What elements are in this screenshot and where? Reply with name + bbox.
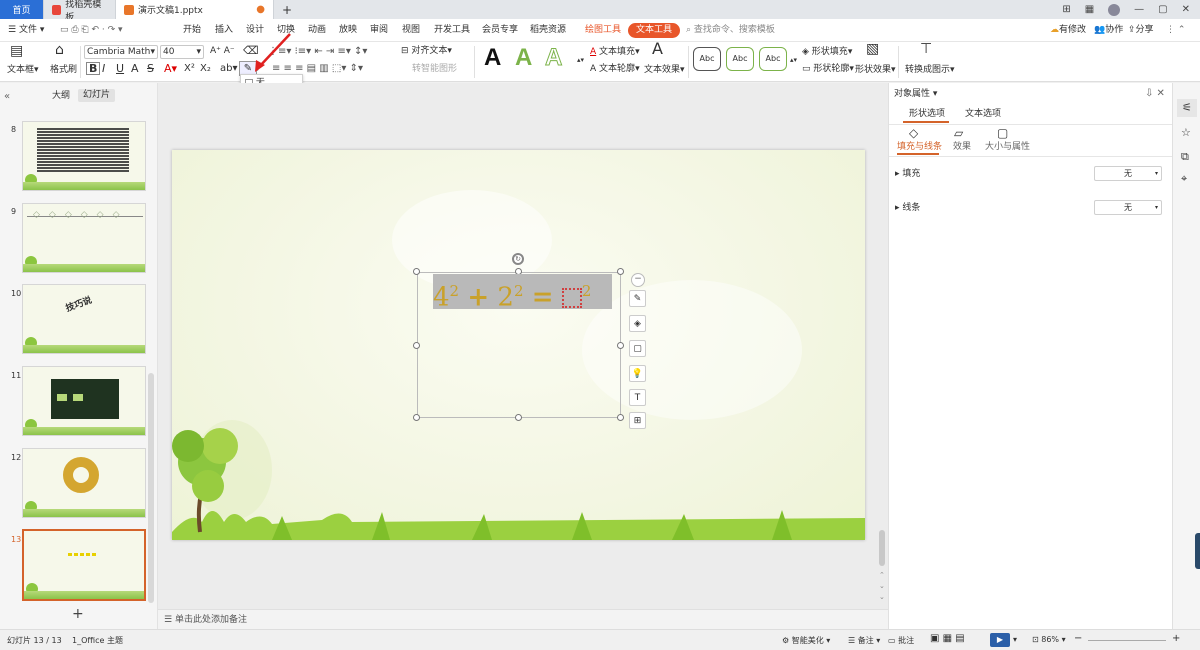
animation-icon[interactable]: ☆ xyxy=(1181,127,1191,138)
slide-number: 13 xyxy=(11,535,22,544)
slide: ↻ 42 + 22 = 2 xyxy=(172,150,865,540)
pen-icon[interactable]: ✎ xyxy=(629,290,646,307)
zoom-control[interactable]: ⊡ 86% ▾ xyxy=(1032,635,1066,644)
location-icon[interactable]: ⌖ xyxy=(1181,173,1187,184)
slide-counter: 幻灯片 13 / 13 xyxy=(7,636,62,645)
canvas-scrollbar[interactable] xyxy=(879,530,885,566)
subtab-effects[interactable]: 效果 xyxy=(953,142,971,153)
notes-bar[interactable]: ☰ 单击此处添加备注 xyxy=(158,609,888,629)
dense-text-block xyxy=(37,128,129,172)
play-dropdown-icon[interactable]: ▾ xyxy=(1013,635,1017,644)
image-text-icon[interactable]: ⊞ xyxy=(629,412,646,429)
ring-shape xyxy=(63,457,99,493)
slide-number: 8 xyxy=(11,125,17,134)
thumbnail-scrollbar[interactable] xyxy=(148,373,154,603)
slide-thumbnail-12[interactable] xyxy=(22,448,146,518)
outline-icon[interactable]: ▢ xyxy=(629,340,646,357)
resize-handle-s[interactable] xyxy=(515,414,522,421)
slide-number: 9 xyxy=(11,207,17,216)
resize-handle-w[interactable] xyxy=(413,342,420,349)
effect-icon: ▱ xyxy=(954,126,964,140)
notes-toggle-button[interactable]: ☰ 备注 ▾ xyxy=(848,635,880,646)
zoom-out-icon[interactable]: − xyxy=(1074,633,1082,644)
line-select[interactable]: 无 ▾ xyxy=(1094,200,1162,215)
status-bar: 幻灯片 13 / 13 1_Office 主题 ⚙ 智能美化 ▾ ☰ 备注 ▾ … xyxy=(0,629,1200,650)
slide-number: 11 xyxy=(11,371,22,380)
chevron-down-icon: ▾ xyxy=(1154,170,1158,177)
notes-icon: ☰ xyxy=(164,615,173,625)
slide-thumbnail-13[interactable] xyxy=(22,529,146,601)
thumbnail-text: 技巧说 xyxy=(64,295,94,315)
equation[interactable]: 42 + 22 = 2 xyxy=(433,274,612,313)
slide-number: 12 xyxy=(11,453,22,462)
line-section-toggle[interactable]: ▸ 线条 xyxy=(895,203,920,214)
resize-handle-se[interactable] xyxy=(617,414,624,421)
slide-thumbnail-11[interactable] xyxy=(22,366,146,436)
play-icon[interactable]: ▶ xyxy=(990,633,1010,647)
theme-name: 1_Office 主题 xyxy=(72,636,123,645)
collapse-toolbar-icon[interactable]: − xyxy=(631,273,645,287)
equation-preview xyxy=(68,553,98,556)
tab-text-options[interactable]: 文本选项 xyxy=(965,109,1001,120)
zoom-in-icon[interactable]: + xyxy=(1172,633,1180,644)
tab-outline[interactable]: 大纲 xyxy=(52,91,70,102)
side-handle[interactable] xyxy=(1195,533,1200,569)
resize-handle-e[interactable] xyxy=(617,342,624,349)
resize-handle-nw[interactable] xyxy=(413,268,420,275)
arrow-to-highlight xyxy=(258,33,291,68)
diamond-timeline: ◇◇◇◇◇◇ xyxy=(33,210,129,220)
slides-panel: « 大纲 幻灯片 8 9 ◇◇◇◇◇◇ 10 技巧说 11 12 13 + xyxy=(0,83,158,629)
size-icon: ▢ xyxy=(997,126,1009,140)
tab-slides[interactable]: 幻灯片 xyxy=(78,89,116,102)
object-properties-panel: 对象属性 ▾ ⇩ ✕ 形状选项 文本选项 ◇ ▱ ▢ 填充与线条 效果 大小与属… xyxy=(888,83,1173,629)
fill-section-toggle[interactable]: ▸ 填充 xyxy=(895,169,920,180)
comments-button[interactable]: ▭ 批注 xyxy=(888,635,914,646)
bulb-icon[interactable]: 💡 xyxy=(629,365,646,382)
right-sidebar: ⚟ ☆ ⧉ ⌖ xyxy=(1172,83,1200,629)
panel-title: 对象属性 ▾ xyxy=(894,89,938,99)
placeholder-box[interactable] xyxy=(561,287,582,308)
slide-thumbnail-9[interactable]: ◇◇◇◇◇◇ xyxy=(22,203,146,273)
zoom-slider[interactable] xyxy=(1088,640,1166,641)
properties-icon[interactable]: ⚟ xyxy=(1177,99,1197,117)
paint-bucket-icon: ◇ xyxy=(909,126,919,140)
page-nav-icons[interactable]: ⌃ ⌄ ⌄ xyxy=(879,570,885,603)
chevron-down-icon: ▾ xyxy=(1154,204,1158,211)
slide-thumbnail-10[interactable]: 技巧说 xyxy=(22,284,146,354)
pin-close-icons[interactable]: ⇩ ✕ xyxy=(1145,88,1165,99)
tab-shape-options[interactable]: 形状选项 xyxy=(909,109,945,120)
view-mode-icons[interactable]: ▣ ▦ ▤ xyxy=(930,633,965,644)
text-box-icon[interactable]: T xyxy=(629,389,646,406)
resize-handle-ne[interactable] xyxy=(617,268,624,275)
mindmap-box xyxy=(51,379,119,419)
notes-placeholder: ☰ 单击此处添加备注 xyxy=(164,615,247,625)
resize-handle-sw[interactable] xyxy=(413,414,420,421)
slide-number: 10 xyxy=(11,289,22,298)
slide-thumbnail-8[interactable] xyxy=(22,121,146,191)
smart-beautify-button[interactable]: ⚙ 智能美化 ▾ xyxy=(782,635,830,646)
add-slide-button[interactable]: + xyxy=(72,607,84,621)
subtab-size-properties[interactable]: 大小与属性 xyxy=(985,142,1030,153)
fill-icon[interactable]: ◈ xyxy=(629,315,646,332)
transition-icon[interactable]: ⧉ xyxy=(1181,151,1189,162)
collapse-panel-icon[interactable]: « xyxy=(4,91,10,102)
fill-select[interactable]: 无 ▾ xyxy=(1094,166,1162,181)
rotate-handle-icon[interactable]: ↻ xyxy=(512,253,524,265)
subtab-fill-line[interactable]: 填充与线条 xyxy=(897,142,942,153)
